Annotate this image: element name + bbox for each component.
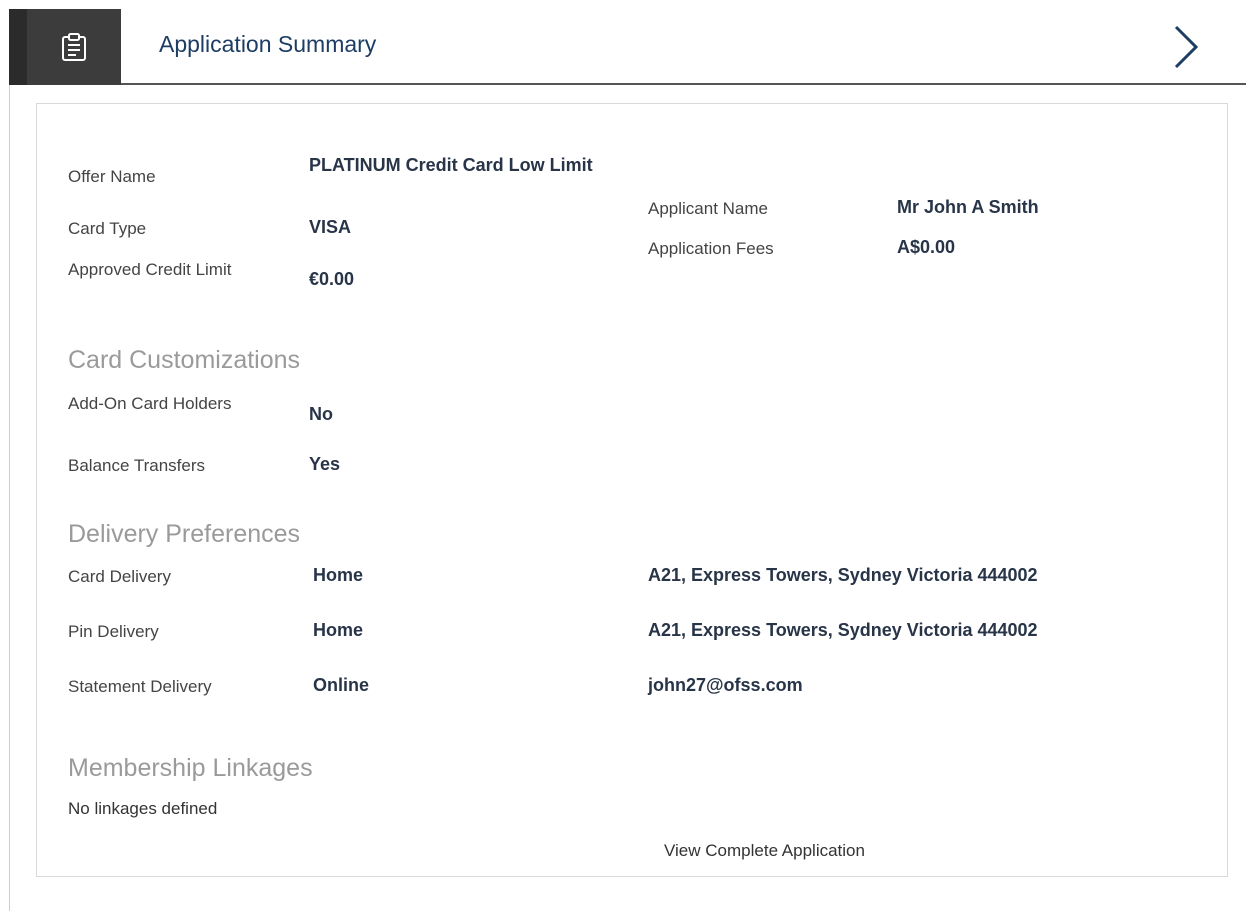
application-summary-header[interactable]: Application Summary (9, 9, 1246, 85)
offer-name-value: PLATINUM Credit Card Low Limit (309, 155, 593, 175)
pin-delivery-label: Pin Delivery (68, 622, 159, 641)
statement-delivery-address: john27@ofss.com (648, 675, 803, 695)
header-accent-bar (9, 9, 27, 85)
delivery-preferences-heading: Delivery Preferences (68, 520, 301, 548)
card-type-value: VISA (309, 217, 352, 237)
left-divider (9, 85, 10, 911)
statement-delivery-label: Statement Delivery (68, 677, 212, 696)
card-delivery-mode: Home (313, 565, 364, 585)
applicant-name-value: Mr John A Smith (897, 197, 1039, 217)
addon-card-holders-label: Add-On Card Holders (68, 394, 232, 413)
chevron-right-icon[interactable] (1166, 23, 1206, 71)
application-fees-label: Application Fees (648, 239, 774, 258)
application-summary-page: Application Summary Offer Name PLATINUM … (0, 0, 1246, 911)
addon-card-holders-value: No (309, 404, 333, 424)
credit-limit-label: Approved Credit Limit (68, 260, 232, 279)
statement-delivery-mode: Online (313, 675, 370, 695)
pin-delivery-mode: Home (313, 620, 364, 640)
card-customizations-heading: Card Customizations (68, 346, 301, 374)
clipboard-icon (62, 33, 86, 61)
application-fees-value: A$0.00 (897, 237, 956, 257)
membership-linkages-heading: Membership Linkages (68, 754, 313, 782)
card-delivery-label: Card Delivery (68, 567, 171, 586)
credit-limit-value: €0.00 (309, 269, 355, 289)
offer-name-label: Offer Name (68, 167, 156, 186)
applicant-name-label: Applicant Name (648, 199, 769, 218)
card-type-label: Card Type (68, 219, 147, 238)
no-linkages-text: No linkages defined (68, 799, 218, 818)
page-title: Application Summary (159, 31, 377, 57)
balance-transfers-value: Yes (309, 454, 341, 474)
balance-transfers-label: Balance Transfers (68, 456, 206, 475)
view-complete-application-link[interactable]: View Complete Application (664, 841, 865, 861)
card-delivery-address: A21, Express Towers, Sydney Victoria 444… (648, 565, 1038, 585)
header-icon-box (27, 9, 121, 85)
pin-delivery-address: A21, Express Towers, Sydney Victoria 444… (648, 620, 1038, 640)
